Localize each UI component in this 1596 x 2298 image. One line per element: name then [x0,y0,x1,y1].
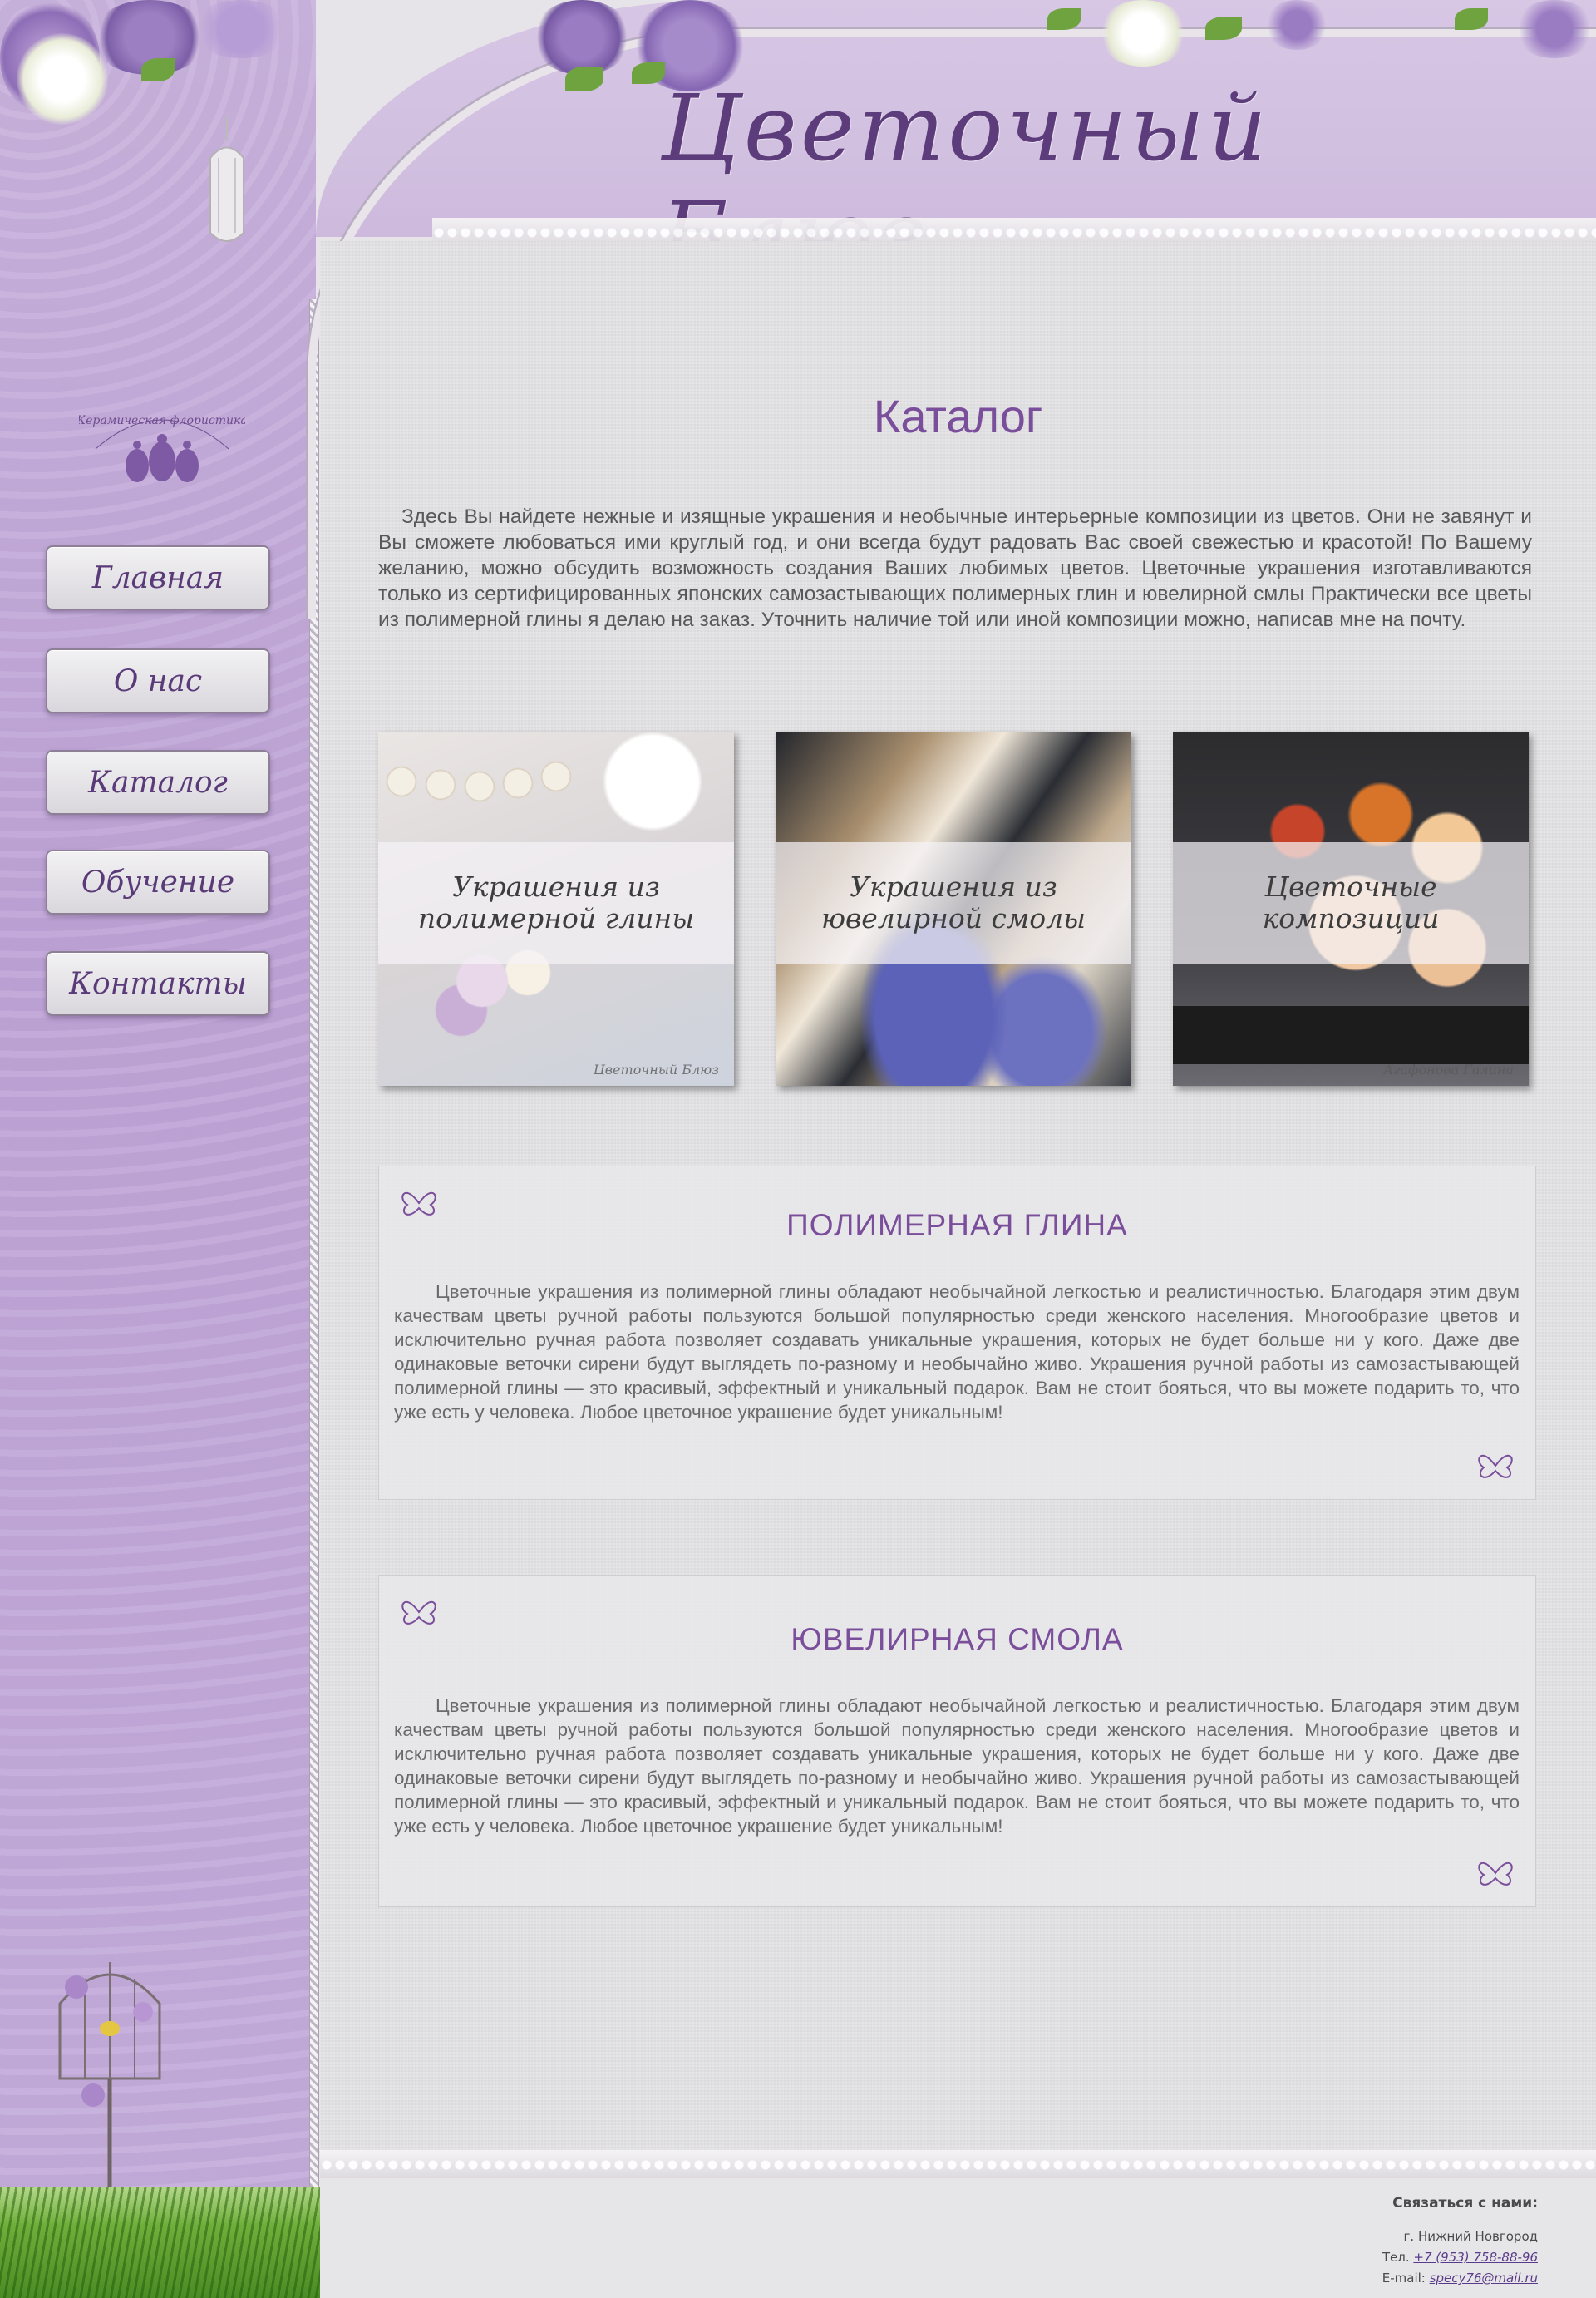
nav-about-button[interactable]: О нас [46,648,270,713]
catalog-card-label: Цветочные композиции [1173,842,1529,964]
site-title: Цветочный Блюз [661,75,1270,288]
lantern-icon [209,116,244,242]
nav-catalog-button[interactable]: Каталог [46,750,270,815]
contact-city: г. Нижний Новгород [1403,2229,1538,2244]
card-watermark: Цветочный Блюз [593,1062,719,1077]
nav-contacts-button[interactable]: Контакты [46,951,270,1016]
section-text: Цветочные украшения из полимерной глины … [394,1695,1520,1837]
footer-contacts: Связаться с нами: г. Нижний Новгород Тел… [1382,2195,1538,2289]
card-watermark: Агафонова Галина [1383,1062,1514,1077]
catalog-card-label: Украшения из ювелирной смолы [776,842,1131,964]
svg-text:Керамическая флористика: Керамическая флористика [79,414,245,427]
ceramic-floristics-logo: Керамическая флористика [79,414,245,482]
catalog-card-resin[interactable]: Украшения из ювелирной смолы [776,732,1131,1086]
catalog-card-polymer-clay[interactable]: Украшения из полимерной глины Цветочный … [378,732,734,1086]
email-link[interactable]: specy76@mail.ru [1430,2271,1538,2286]
catalog-card-label: Украшения из полимерной глины [378,842,734,964]
intro-text: Здесь Вы найдете нежные и изящные украше… [378,505,1532,631]
phone-label: Тел. [1382,2250,1410,2265]
birdcage-decoration-icon [58,1962,161,2187]
contact-phone-line: Тел. +7 (953) 758-88-96 [1382,2247,1538,2268]
grass-decoration [0,2187,320,2298]
page-title: Каталог [873,390,1043,442]
nav-learning-button[interactable]: Обучение [46,850,270,915]
section-title: ПОЛИМЕРНАЯ ГЛИНА [786,1208,1128,1242]
section-text: Цветочные украшения из полимерной глины … [394,1281,1520,1423]
nav-home-button[interactable]: Главная [46,545,270,610]
contact-title: Связаться с нами: [1392,2195,1538,2212]
contact-email-line: E-mail: specy76@mail.ru [1382,2268,1538,2289]
section-title: ЮВЕЛИРНАЯ СМОЛА [791,1622,1124,1656]
email-label: E-mail: [1382,2271,1426,2286]
butterfly-icon [1478,1454,1513,1478]
phone-link[interactable]: +7 (953) 758-88-96 [1413,2250,1538,2265]
section-polymer-clay: ПОЛИМЕРНАЯ ГЛИНА Цветочные украшения из … [378,1166,1536,1500]
section-jewelry-resin: ЮВЕЛИРНАЯ СМОЛА Цветочные украшения из п… [378,1575,1536,1907]
footer-lace-border [320,2150,1596,2180]
butterfly-icon [1478,1862,1513,1886]
catalog-card-compositions[interactable]: Цветочные композиции Агафонова Галина [1173,732,1529,1086]
